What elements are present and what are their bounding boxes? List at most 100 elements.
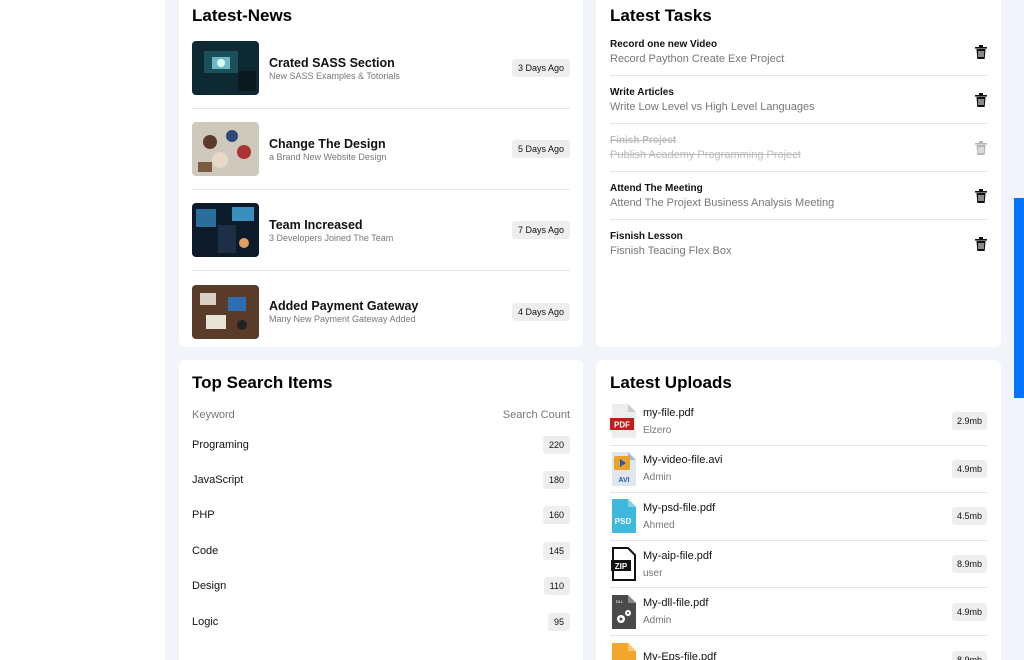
task-row: Attend The Meeting Attend The Projext Bu… xyxy=(610,172,987,220)
search-count-badge: 180 xyxy=(542,471,570,490)
news-item[interactable]: Change The Design a Brand New Website De… xyxy=(192,109,570,190)
news-thumbnail xyxy=(192,41,259,95)
task-title: Finish Project xyxy=(610,134,677,146)
upload-item[interactable]: PDF my-file.pdf Elzero 2.9mb xyxy=(610,398,987,446)
news-item-title: Added Payment Gateway xyxy=(269,299,419,313)
sidebar xyxy=(0,0,165,660)
task-description: Record Paython Create Exe Project xyxy=(610,52,785,65)
search-keyword: Logic xyxy=(192,615,219,628)
file-type-label: ZIP xyxy=(615,562,628,571)
file-type-label: AVI xyxy=(618,477,629,484)
top-search-title: Top Search Items xyxy=(192,373,333,392)
psd-file-icon: PSD xyxy=(612,499,636,534)
keyword-column-header: Keyword xyxy=(192,409,235,421)
news-item-subtitle: New SASS Examples & Totorials xyxy=(269,70,400,81)
search-table-header: Keyword Search Count xyxy=(192,409,570,421)
news-time-badge: 4 Days Ago xyxy=(511,302,570,321)
file-size-badge: 4.9mb xyxy=(951,459,987,478)
upload-file-name: My-Eps-file.pdf xyxy=(643,650,717,660)
upload-file-name: My-dll-file.pdf xyxy=(643,597,709,610)
table-row: Design 110 xyxy=(192,569,570,604)
search-count-badge: 110 xyxy=(543,577,570,596)
search-keyword: Programing xyxy=(192,438,249,451)
task-row: Fisnish Lesson Fisnish Teacing Flex Box xyxy=(610,220,987,268)
table-row: PHP 160 xyxy=(192,498,570,533)
file-size-badge: 4.9mb xyxy=(951,602,987,621)
news-thumbnail xyxy=(192,203,259,257)
task-row-done: Finish Project Publish Academy Programmi… xyxy=(610,124,987,172)
dll-file-icon: DLL xyxy=(612,594,636,629)
trash-icon[interactable] xyxy=(975,92,987,107)
news-item[interactable]: Team Increased 3 Developers Joined The T… xyxy=(192,190,570,271)
eps-file-icon xyxy=(612,642,636,660)
upload-author: Elzero xyxy=(643,424,672,436)
news-item-subtitle: 3 Developers Joined The Team xyxy=(269,232,394,243)
news-item-title: Crated SASS Section xyxy=(269,55,395,70)
news-item-subtitle: Many New Payment Gateway Added xyxy=(269,314,416,324)
search-count-badge: 220 xyxy=(542,435,570,454)
table-row: JavaScript 180 xyxy=(192,462,570,497)
latest-news-title: Latest-News xyxy=(192,6,293,25)
latest-uploads-card: Latest Uploads PDF my-file.pdf Elzero 2.… xyxy=(596,360,1001,660)
file-size-badge: 8.9mb xyxy=(951,555,987,574)
latest-tasks-title: Latest Tasks xyxy=(610,6,712,25)
file-size-badge: 4.5mb xyxy=(951,507,987,526)
search-count-badge: 95 xyxy=(547,612,570,631)
upload-author: Admin xyxy=(643,615,672,627)
latest-news-card: Latest-News Crated SASS Section New SASS… xyxy=(179,0,583,347)
file-size-badge: 8.9mb xyxy=(951,650,987,660)
count-column-header: Search Count xyxy=(502,409,570,421)
news-item[interactable]: Crated SASS Section New SASS Examples & … xyxy=(192,28,570,109)
trash-icon[interactable] xyxy=(975,140,987,155)
upload-author: user xyxy=(643,567,663,579)
news-item-title: Change The Design xyxy=(269,136,386,151)
upload-author: Admin xyxy=(643,472,672,484)
upload-item[interactable]: PSD My-psd-file.pdf Ahmed 4.5mb xyxy=(610,493,987,541)
search-keyword: Design xyxy=(192,580,227,593)
news-thumbnail xyxy=(192,122,259,176)
upload-item[interactable]: AVI My-video-file.avi Admin 4.9mb xyxy=(610,446,987,494)
trash-icon[interactable] xyxy=(975,188,987,203)
avi-file-icon: AVI xyxy=(612,451,636,486)
task-title: Attend The Meeting xyxy=(610,182,703,194)
upload-author: Ahmed xyxy=(643,519,675,531)
latest-tasks-card: Latest Tasks Record one new Video Record… xyxy=(596,0,1001,347)
news-item[interactable]: Added Payment Gateway Many New Payment G… xyxy=(192,271,570,352)
search-count-badge: 160 xyxy=(542,506,570,525)
search-keyword: PHP xyxy=(192,509,215,522)
upload-file-name: My-aip-file.pdf xyxy=(643,549,713,562)
task-description: Attend The Projext Business Analysis Mee… xyxy=(610,196,835,209)
task-title: Write Articles xyxy=(610,86,674,98)
news-time-badge: 7 Days Ago xyxy=(511,221,570,239)
table-row: Programing 220 xyxy=(192,427,570,462)
file-type-label: DLL xyxy=(616,599,624,604)
upload-item[interactable]: DLL My-dll-file.pdf Admin 4.9mb xyxy=(610,588,987,636)
page-scrollbar[interactable] xyxy=(1014,198,1024,398)
upload-item[interactable]: ZIP My-aip-file.pdf user 8.9mb xyxy=(610,541,987,589)
news-item-subtitle: a Brand New Website Design xyxy=(269,151,387,162)
pdf-file-icon: PDF xyxy=(610,404,636,439)
news-time-badge: 3 Days Ago xyxy=(511,59,570,77)
upload-file-name: My-video-file.avi xyxy=(643,454,723,467)
task-description: Write Low Level vs High Level Languages xyxy=(610,100,815,113)
search-count-badge: 145 xyxy=(542,541,570,560)
news-item-title: Team Increased xyxy=(269,217,363,232)
task-row: Write Articles Write Low Level vs High L… xyxy=(610,76,987,124)
zip-file-icon: ZIP xyxy=(611,547,636,582)
trash-icon[interactable] xyxy=(975,44,987,59)
news-thumbnail xyxy=(192,284,259,339)
task-description: Fisnish Teacing Flex Box xyxy=(610,245,732,257)
task-row: Record one new Video Record Paython Crea… xyxy=(610,28,987,76)
top-search-card: Top Search Items Keyword Search Count Pr… xyxy=(179,360,583,660)
search-keyword: JavaScript xyxy=(192,474,244,487)
file-type-label: PSD xyxy=(615,517,632,526)
task-description: Publish Academy Programming Project xyxy=(610,148,801,161)
upload-item[interactable]: My-Eps-file.pdf 8.9mb xyxy=(610,636,987,660)
task-title: Record one new Video xyxy=(610,38,718,50)
table-row: Logic 95 xyxy=(192,604,570,639)
latest-uploads-title: Latest Uploads xyxy=(610,373,732,392)
news-time-badge: 5 Days Ago xyxy=(511,140,570,158)
file-size-badge: 2.9mb xyxy=(951,412,987,431)
trash-icon[interactable] xyxy=(975,237,987,251)
upload-file-name: My-psd-file.pdf xyxy=(643,501,716,514)
